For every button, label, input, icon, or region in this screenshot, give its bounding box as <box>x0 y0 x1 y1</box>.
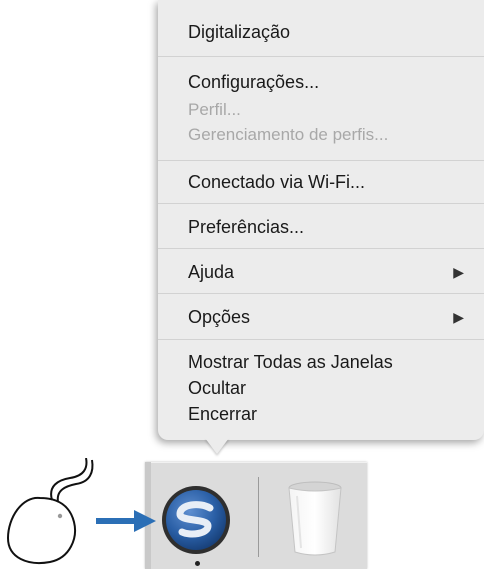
menu-item-conectado-wifi[interactable]: Conectado via Wi-Fi... <box>188 170 464 194</box>
submenu-arrow-icon: ▶ <box>453 309 464 325</box>
menu-item-encerrar[interactable]: Encerrar <box>188 402 464 426</box>
scansnap-icon[interactable] <box>160 484 232 556</box>
menu-item-gerenciamento-perfis: Gerenciamento de perfis... <box>188 125 389 144</box>
menu-pointer <box>205 438 229 454</box>
dock-divider <box>258 477 259 557</box>
submenu-arrow-icon: ▶ <box>453 264 464 280</box>
mouse-illustration <box>6 458 94 564</box>
menu-item-digitalizacao[interactable]: Digitalização <box>188 20 464 44</box>
menu-item-opcoes[interactable]: Opções ▶ <box>188 305 464 329</box>
menu-item-preferencias[interactable]: Preferências... <box>188 215 464 239</box>
menu-separator <box>158 339 484 340</box>
menu-item-perfil: Perfil... <box>188 100 241 119</box>
menu-separator <box>158 56 484 57</box>
menu-item-configuracoes[interactable]: Configurações... <box>188 70 464 94</box>
menu-item-ocultar[interactable]: Ocultar <box>188 376 464 400</box>
menu-separator <box>158 248 484 249</box>
running-indicator <box>195 561 200 566</box>
trash-icon[interactable] <box>285 480 345 558</box>
menu-item-mostrar-janelas[interactable]: Mostrar Todas as Janelas <box>188 350 464 374</box>
menu-separator <box>158 293 484 294</box>
menu-item-ajuda[interactable]: Ajuda ▶ <box>188 260 464 284</box>
menu-item-opcoes-label: Opções <box>188 307 251 327</box>
menu-separator <box>158 160 484 161</box>
menu-separator <box>158 203 484 204</box>
pointer-arrow-icon <box>96 510 156 532</box>
menu-item-ajuda-label: Ajuda <box>188 262 235 282</box>
dock-context-menu: Digitalização Configurações... Perfil...… <box>158 0 484 440</box>
